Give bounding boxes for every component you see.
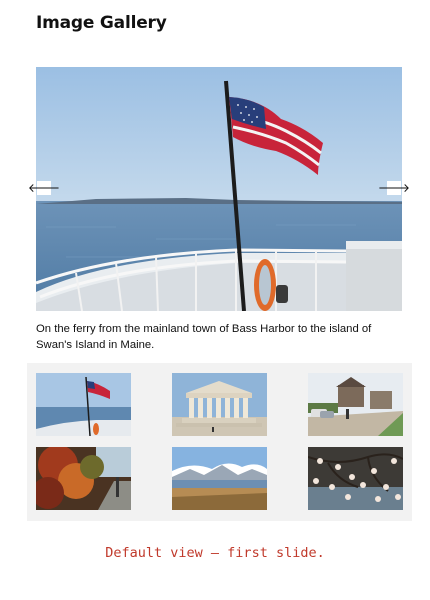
page-title: Image Gallery — [36, 13, 167, 33]
main-slide-image — [36, 67, 402, 311]
slide-caption: On the ferry from the mainland town of B… — [36, 323, 372, 351]
thumbnail-autumn-foliage[interactable] — [36, 447, 131, 510]
previous-slide-button[interactable]: 🡐 — [28, 181, 60, 195]
view-note: Default view – first slide. — [105, 545, 325, 561]
arrow-left-icon: 🡐 — [27, 181, 61, 195]
thumbnail-ferry-flag[interactable] — [36, 373, 131, 436]
thumbnail-courthouse[interactable] — [172, 373, 267, 436]
arrow-right-icon: 🡒 — [377, 181, 411, 195]
thumbnail-cherry-blossom[interactable] — [308, 447, 403, 510]
thumbnail-village-street[interactable] — [308, 373, 403, 436]
thumbnail-strip — [27, 363, 412, 521]
next-slide-button[interactable]: 🡒 — [378, 181, 410, 195]
thumbnail-mountain-lake[interactable] — [172, 447, 267, 510]
